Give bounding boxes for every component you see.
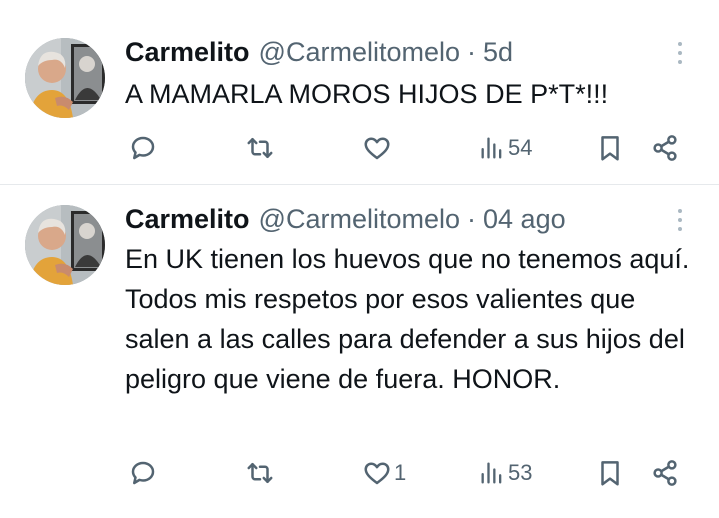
bookmark-button[interactable]	[595, 453, 625, 493]
views-count: 53	[508, 460, 533, 485]
retweet-icon	[247, 463, 273, 483]
tweet[interactable]: Carmelito @Carmelitomelo · 04 ago En UK …	[0, 185, 719, 518]
author-name[interactable]: Carmelito	[125, 37, 250, 68]
like-icon	[364, 137, 390, 160]
share-button[interactable]	[650, 453, 680, 493]
tweet-text: A MAMARLA MOROS HIJOS DE P*T*!!!	[125, 79, 609, 109]
retweet-icon	[247, 138, 273, 158]
timestamp[interactable]: 04 ago	[483, 204, 566, 235]
like-count: 1	[394, 460, 407, 485]
author-name[interactable]: Carmelito	[125, 204, 250, 235]
separator: ·	[467, 203, 477, 234]
share-icon	[653, 460, 677, 486]
views-icon	[481, 137, 502, 159]
tweet-header: Carmelito @Carmelitomelo · 04 ago	[125, 202, 566, 236]
views-button[interactable]: 53	[478, 453, 532, 493]
tweet-actions: 1 53	[125, 453, 695, 493]
avatar[interactable]	[25, 38, 105, 118]
tweet-text: En UK tienen los huevos que no tenemos a…	[125, 244, 690, 394]
reply-icon	[131, 461, 155, 485]
tweet-header: Carmelito @Carmelitomelo · 5d	[125, 35, 513, 69]
retweet-button[interactable]	[245, 453, 277, 493]
separator: ·	[467, 36, 477, 67]
like-button[interactable]	[362, 128, 394, 168]
reply-icon	[131, 136, 155, 160]
share-button[interactable]	[650, 128, 680, 168]
author-handle[interactable]: @Carmelitomelo	[259, 37, 460, 68]
more-icon[interactable]	[666, 36, 694, 70]
reply-button[interactable]	[128, 453, 160, 493]
bookmark-button[interactable]	[595, 128, 625, 168]
views-button[interactable]: 54	[478, 128, 532, 168]
views-icon	[481, 462, 502, 484]
bookmark-icon	[601, 461, 619, 486]
tweet[interactable]: Carmelito @Carmelitomelo · 5d A MAMARLA …	[0, 0, 719, 184]
timestamp[interactable]: 5d	[483, 37, 513, 68]
like-button[interactable]: 1	[362, 453, 406, 493]
retweet-button[interactable]	[245, 128, 277, 168]
tweet-actions: 54	[125, 128, 695, 168]
reply-button[interactable]	[128, 128, 160, 168]
bookmark-icon	[601, 136, 619, 161]
more-icon[interactable]	[666, 203, 694, 237]
views-count: 54	[508, 135, 533, 160]
author-handle[interactable]: @Carmelitomelo	[259, 204, 460, 235]
share-icon	[653, 135, 677, 161]
like-icon	[364, 462, 390, 485]
avatar[interactable]	[25, 205, 105, 285]
